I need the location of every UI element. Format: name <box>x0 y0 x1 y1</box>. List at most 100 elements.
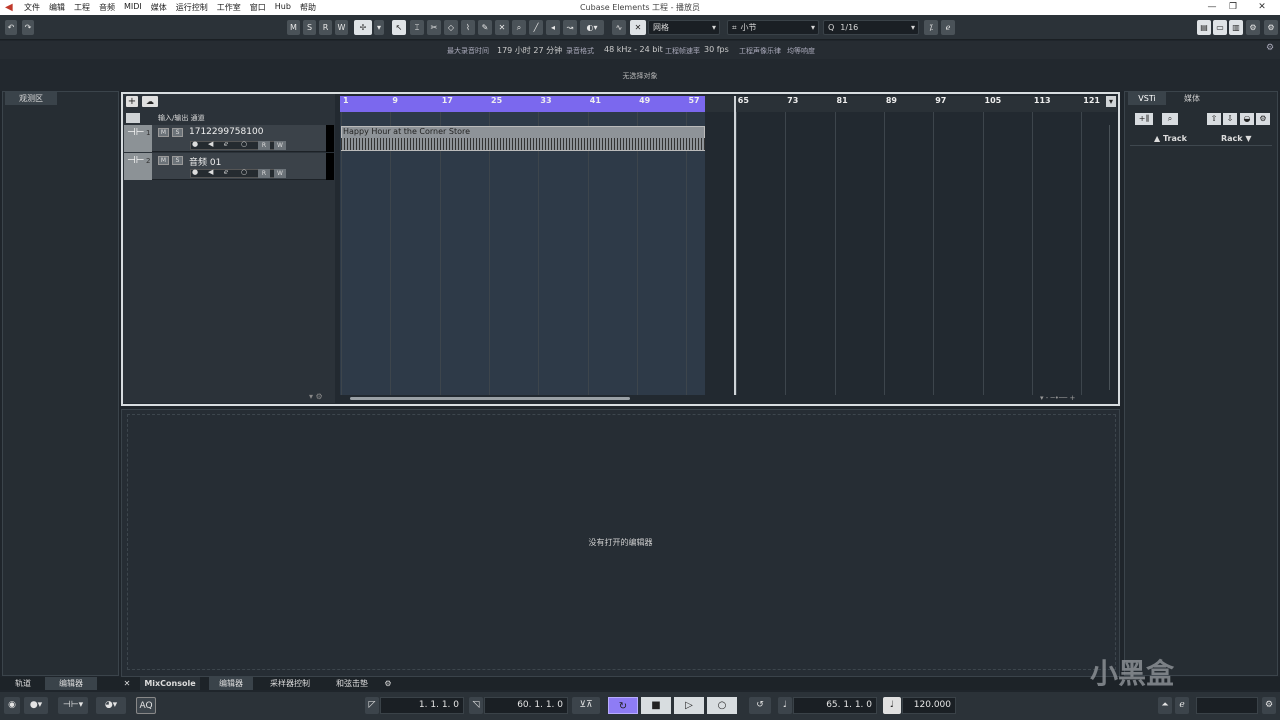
glue-tool-icon[interactable]: ⌇ <box>461 20 475 35</box>
track-name[interactable]: 音频 01 <box>189 155 221 168</box>
record-enable-icon[interactable]: ● <box>192 168 198 176</box>
automation-dropdown-icon[interactable]: ▾ <box>374 20 384 35</box>
zoom-tool-icon[interactable]: ⌕ <box>512 20 526 35</box>
timebase-icon[interactable]: ℯ <box>224 140 228 148</box>
metronome-icon[interactable]: ⏶ <box>1158 697 1172 714</box>
punch-mode-icon[interactable]: ◕▾ <box>96 697 126 714</box>
rack-sort-label[interactable]: Rack ▼ <box>1221 134 1252 143</box>
toolbar-settings-icon[interactable]: ⚙ <box>1264 20 1278 35</box>
collapse-icon[interactable]: ◒ <box>1240 113 1254 125</box>
left-locator-icon[interactable]: ◸ <box>365 697 379 714</box>
close-button[interactable]: ✕ <box>1245 0 1279 15</box>
record-mode-icon[interactable]: ●▾ <box>24 697 48 714</box>
snap-icon[interactable]: ✕ <box>630 20 646 35</box>
tab-mixconsole[interactable]: MixConsole <box>140 677 200 690</box>
mute-mode-button[interactable]: M <box>287 20 300 35</box>
add-track-icon[interactable]: + <box>126 96 138 107</box>
punch-in-icon[interactable]: ⊻⊼ <box>572 697 600 714</box>
auto-quantize-button[interactable]: AQ <box>136 697 156 714</box>
monitor-icon[interactable]: ◀ <box>208 168 213 176</box>
read-automation-button[interactable]: R <box>258 141 270 150</box>
add-instrument-icon[interactable]: +⫼ <box>1135 113 1153 125</box>
precount-icon[interactable]: ℯ <box>1175 697 1189 714</box>
audio-mode-icon[interactable]: ⊣⊢▾ <box>58 697 88 714</box>
range-tool-icon[interactable]: ⌶ <box>410 20 424 35</box>
layout-settings-icon[interactable]: ⚙ <box>1246 20 1260 35</box>
ruler-menu-icon[interactable]: ▾ <box>1106 96 1116 107</box>
layout-bottom-icon[interactable]: ▭ <box>1213 20 1227 35</box>
layout-right-icon[interactable]: ▥ <box>1229 20 1243 35</box>
tab-vsti[interactable]: VSTi <box>1128 92 1166 105</box>
erase-tool-icon[interactable]: ◇ <box>444 20 458 35</box>
folder-icon[interactable] <box>126 113 140 123</box>
lock-icon[interactable]: ○ <box>241 168 247 176</box>
marker-display[interactable] <box>1196 697 1258 714</box>
tempo-icon[interactable]: ♩ <box>883 697 901 714</box>
timebase-icon[interactable]: ℯ <box>224 168 228 176</box>
solo-mode-button[interactable]: S <box>303 20 316 35</box>
tab-chord-pads[interactable]: 和弦击垫 <box>326 677 378 690</box>
read-automation-button[interactable]: R <box>258 169 270 178</box>
vertical-zoom-track[interactable] <box>1109 125 1110 390</box>
transport-settings-icon[interactable]: ⚙ <box>1262 697 1276 714</box>
arrow-down-icon[interactable]: ⇩ <box>1223 113 1237 125</box>
write-mode-button[interactable]: W <box>335 20 348 35</box>
write-automation-button[interactable]: W <box>274 141 286 150</box>
tab-tracks[interactable]: 轨道 <box>8 677 38 690</box>
tab-editor-left[interactable]: 编辑器 <box>45 677 97 690</box>
position-icon[interactable]: ♩ <box>778 697 792 714</box>
pointer-tool-icon[interactable]: ↖ <box>392 20 406 35</box>
read-mode-button[interactable]: R <box>319 20 332 35</box>
warp-tool-icon[interactable]: ↝ <box>563 20 577 35</box>
position-display[interactable]: 65. 1. 1. 0 <box>793 697 877 714</box>
right-locator-icon[interactable]: ◹ <box>469 697 483 714</box>
play-button[interactable]: ▷ <box>674 697 704 714</box>
close-lower-zone-icon[interactable]: ✕ <box>120 677 134 690</box>
tempo-display[interactable]: 120.000 <box>902 697 956 714</box>
line-tool-icon[interactable]: ╱ <box>529 20 543 35</box>
automation-icon[interactable]: ✢ <box>354 20 372 35</box>
quantize-select[interactable]: Q 1/16 ▾ <box>823 20 919 35</box>
write-automation-button[interactable]: W <box>274 169 286 178</box>
track-sort-label[interactable]: ▲ Track <box>1154 134 1187 143</box>
tracklist-settings-icon[interactable]: ▾ ⚙ <box>309 392 323 401</box>
stop-button[interactable]: ■ <box>641 697 671 714</box>
monitor-icon[interactable]: ◀ <box>208 140 213 148</box>
return-icon[interactable]: ↺ <box>749 697 771 714</box>
rightzone-settings-icon[interactable]: ⚙ <box>1256 113 1270 125</box>
add-track-menu-icon[interactable]: ☁ <box>142 96 158 107</box>
layout-left-icon[interactable]: ▤ <box>1197 20 1211 35</box>
info-settings-icon[interactable]: ⚙ <box>1266 43 1274 53</box>
auto-scroll-icon[interactable]: ∿ <box>612 20 626 35</box>
tab-inspector[interactable]: 观测区 <box>5 92 57 105</box>
right-locator-display[interactable]: 60. 1. 1. 0 <box>484 697 568 714</box>
cycle-button[interactable]: ↻ <box>608 697 638 714</box>
record-enable-icon[interactable]: ● <box>192 140 198 148</box>
activate-project-icon[interactable]: ◉ <box>4 697 20 714</box>
undo-icon[interactable]: ↶ <box>5 20 17 35</box>
horizontal-scrollbar[interactable] <box>350 397 630 400</box>
left-locator-display[interactable]: 1. 1. 1. 0 <box>380 697 464 714</box>
lock-icon[interactable]: ○ <box>241 140 247 148</box>
arrow-up-icon[interactable]: ⇧ <box>1207 113 1221 125</box>
quantize-apply-icon[interactable]: ⁒ <box>924 20 938 35</box>
mute-tool-icon[interactable]: ✕ <box>495 20 509 35</box>
track-mute-button[interactable]: M <box>158 156 169 165</box>
horizontal-zoom-slider[interactable]: ▾ - ─•── + <box>1040 394 1100 402</box>
lower-zone-settings-icon[interactable]: ⚙ <box>382 677 394 690</box>
track-name[interactable]: 1712299758100 <box>189 127 263 137</box>
tab-media[interactable]: 媒体 <box>1172 92 1212 105</box>
tab-editor[interactable]: 编辑器 <box>209 677 253 690</box>
redo-icon[interactable]: ↷ <box>22 20 34 35</box>
snap-type-select[interactable]: 网格 ▾ <box>648 20 720 35</box>
play-tool-icon[interactable]: ◂ <box>546 20 560 35</box>
quantize-reset-icon[interactable]: ℯ <box>941 20 955 35</box>
grid-select[interactable]: ⌗ 小节 ▾ <box>727 20 819 35</box>
record-button[interactable]: ○ <box>707 697 737 714</box>
track-solo-button[interactable]: S <box>172 128 183 137</box>
color-tool-icon[interactable]: ◐▾ <box>580 20 604 35</box>
draw-tool-icon[interactable]: ✎ <box>478 20 492 35</box>
split-tool-icon[interactable]: ✂ <box>427 20 441 35</box>
track-solo-button[interactable]: S <box>172 156 183 165</box>
tab-sampler-control[interactable]: 采样器控制 <box>260 677 320 690</box>
